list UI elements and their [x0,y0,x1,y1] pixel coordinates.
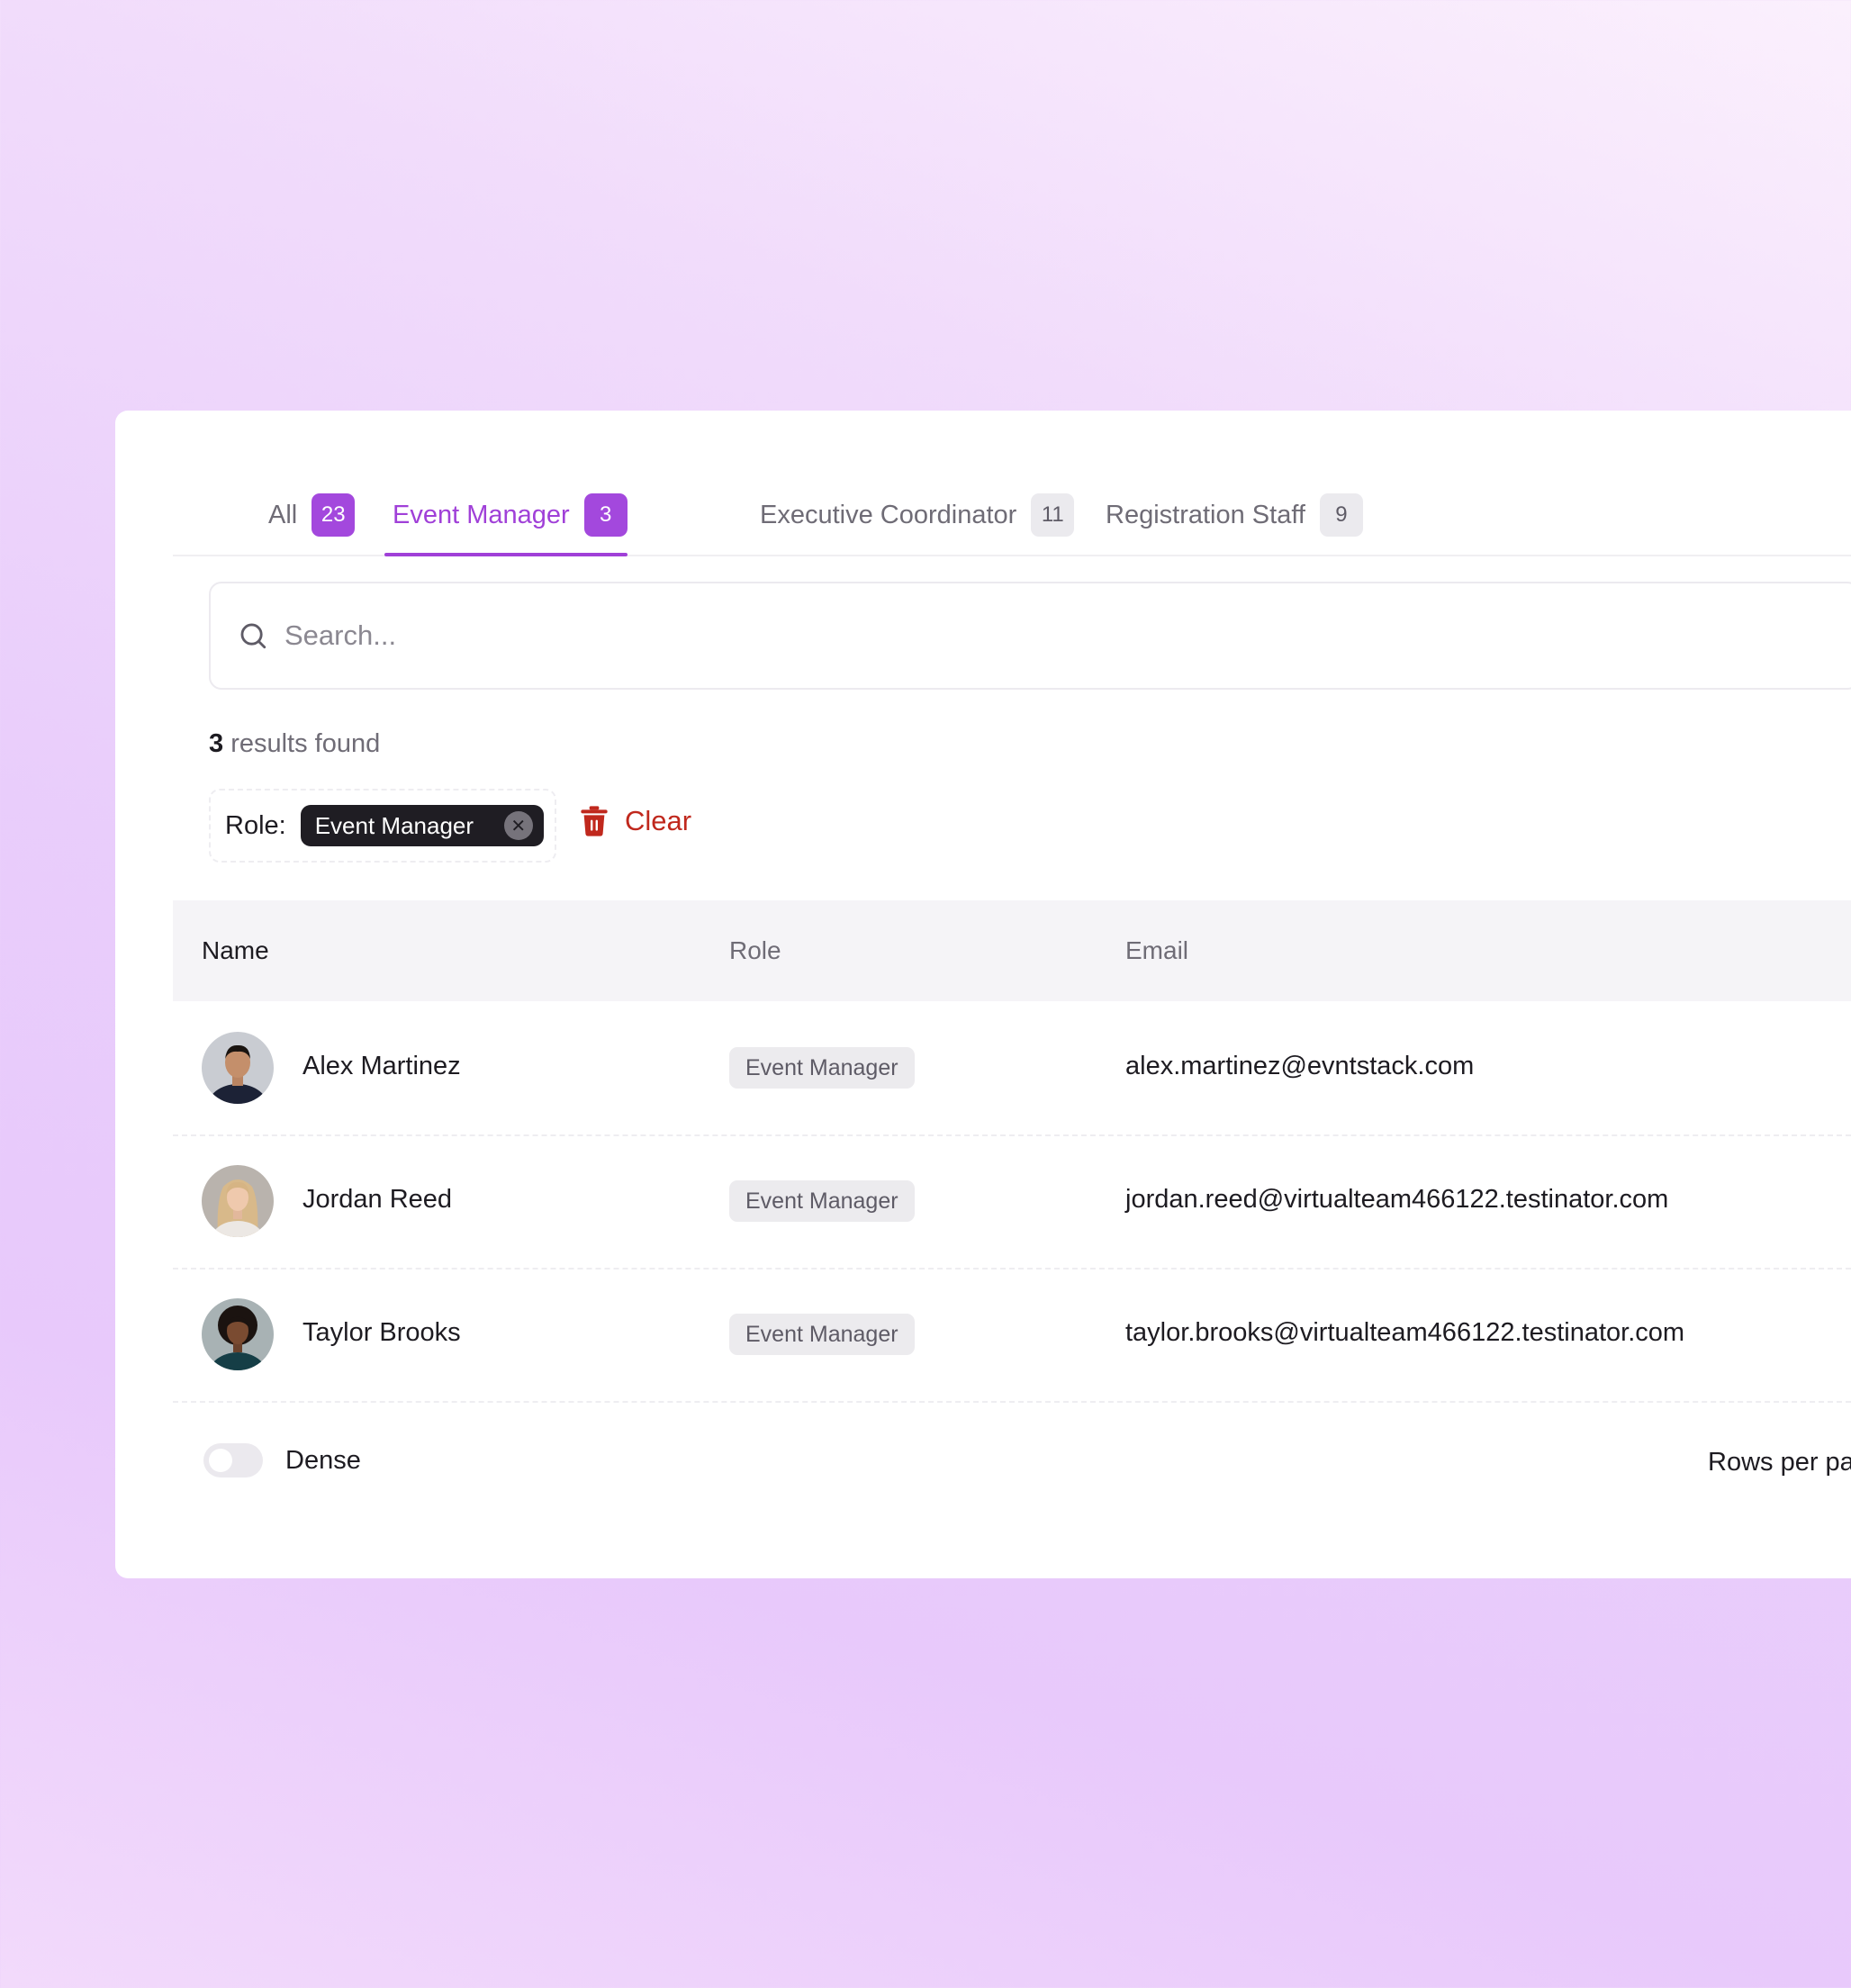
role-badge: Event Manager [729,1047,915,1089]
filter-label: Role: [225,810,286,840]
table-row[interactable]: Jordan Reed Event Manager jordan.reed@vi… [173,1134,1851,1270]
avatar [202,1032,274,1104]
tab-registration-staff[interactable]: Registration Staff 9 [1106,475,1363,555]
avatar [202,1165,274,1237]
tab-label: Registration Staff [1106,500,1305,529]
column-header-name[interactable]: Name [202,936,269,965]
user-email: jordan.reed@virtualteam466122.testinator… [1125,1185,1669,1214]
results-count: 3 results found [209,729,380,759]
tab-count-badge: 23 [312,493,356,537]
user-email: taylor.brooks@virtualteam466122.testinat… [1125,1318,1685,1347]
results-number: 3 [209,729,224,758]
active-filter-group: Role: Event Manager ✕ [209,789,556,863]
chip-remove-icon[interactable]: ✕ [503,811,533,840]
search-input[interactable] [283,619,1547,653]
trash-icon [581,806,608,836]
clear-filters-button[interactable]: Clear [580,805,691,837]
tab-all[interactable]: All 23 [268,475,356,555]
user-name: Alex Martinez [302,1052,461,1080]
tab-label: Executive Coordinator [760,500,1017,529]
clear-label: Clear [625,805,692,836]
dense-label: Dense [285,1446,361,1475]
tab-count-badge: 3 [583,493,628,537]
avatar [202,1298,274,1370]
role-badge: Event Manager [729,1180,915,1222]
role-tabs: All 23 Event Manager 3 Executive Coordin… [173,475,1851,556]
tab-executive-coordinator[interactable]: Executive Coordinator 11 [760,475,1075,555]
tab-count-badge: 11 [1031,493,1075,537]
user-name: Taylor Brooks [302,1318,461,1347]
column-header-email[interactable]: Email [1125,936,1188,965]
column-header-role[interactable]: Role [729,936,781,965]
tab-label: Event Manager [393,500,570,529]
filter-chip: Event Manager ✕ [300,805,544,846]
tab-event-manager[interactable]: Event Manager 3 [384,475,628,556]
toggle-knob [209,1449,232,1472]
table-row[interactable]: Alex Martinez Event Manager alex.martine… [173,1001,1851,1136]
users-table-card: All 23 Event Manager 3 Executive Coordin… [115,411,1851,1578]
table-row[interactable]: Taylor Brooks Event Manager taylor.brook… [173,1268,1851,1403]
user-email: alex.martinez@evntstack.com [1125,1052,1475,1080]
tab-count-badge: 9 [1319,493,1363,537]
user-name: Jordan Reed [302,1185,453,1214]
search-icon [240,623,266,649]
rows-per-page-label: Rows per pa [1708,1448,1851,1477]
table-header: Name Role Email [173,900,1851,1001]
filter-chip-label: Event Manager [314,811,474,839]
search-box[interactable] [209,582,1851,690]
role-badge: Event Manager [729,1314,915,1355]
dense-toggle[interactable] [203,1443,263,1477]
tab-label: All [268,500,298,529]
results-text: results found [223,729,381,758]
